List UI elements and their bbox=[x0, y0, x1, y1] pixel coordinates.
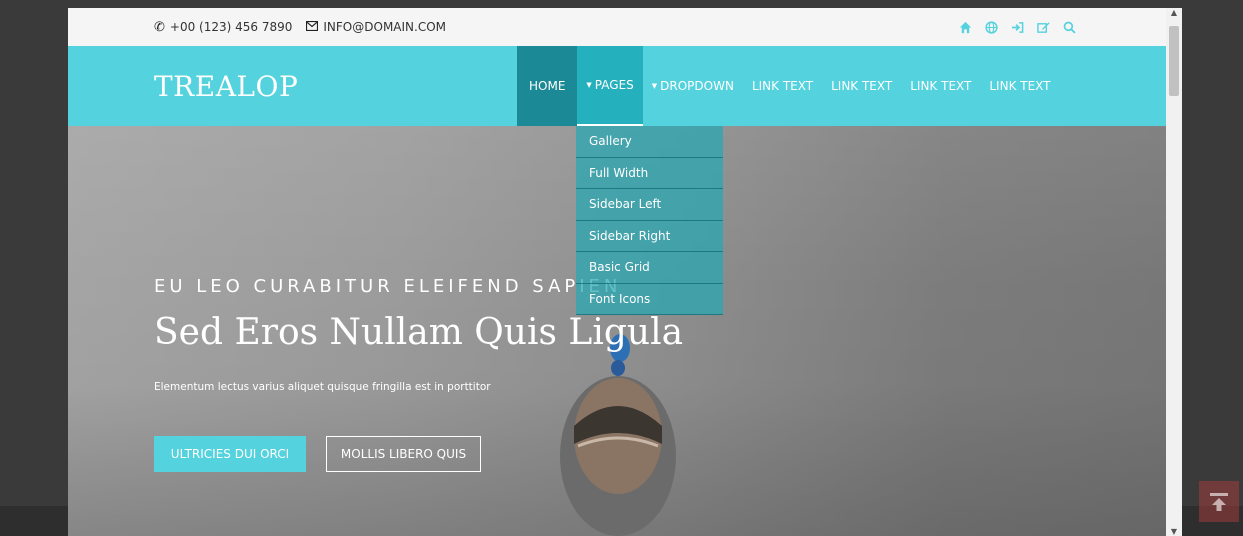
caret-down-icon: ▼ bbox=[586, 81, 592, 89]
phone-icon: ✆ bbox=[154, 19, 165, 35]
nav-link-text-3[interactable]: LINK TEXT bbox=[901, 46, 980, 126]
caret-down-icon: ▼ bbox=[651, 82, 658, 90]
nav-link-text-2[interactable]: LINK TEXT bbox=[822, 46, 901, 126]
top-contact-bar: ✆ +00 (123) 456 7890 INFO@DOMAIN.COM bbox=[68, 8, 1166, 46]
envelope-icon bbox=[306, 20, 319, 35]
page-scrollbar[interactable]: ▲ ▼ bbox=[1166, 8, 1182, 536]
nav-dropdown[interactable]: ▼ DROPDOWN bbox=[643, 46, 743, 126]
scroll-up-arrow-icon[interactable]: ▲ bbox=[1166, 8, 1182, 17]
nav-link-text-4[interactable]: LINK TEXT bbox=[980, 46, 1059, 126]
globe-icon[interactable] bbox=[985, 20, 998, 34]
nav-dropdown-label: DROPDOWN bbox=[660, 79, 734, 93]
scrollbar-thumb[interactable] bbox=[1169, 26, 1179, 96]
main-navigation: HOME ▼ PAGES ▼ DROPDOWN LINK TEXT LINK T… bbox=[517, 46, 1060, 126]
home-icon[interactable] bbox=[959, 21, 972, 34]
dropdown-item-sidebar-left[interactable]: Sidebar Left bbox=[576, 189, 723, 221]
nav-pages[interactable]: ▼ PAGES bbox=[577, 46, 643, 126]
hero-title: Sed Eros Nullam Quis Ligula bbox=[154, 312, 684, 353]
hero-subtitle: Elementum lectus varius aliquet quisque … bbox=[154, 381, 491, 393]
phone-number: +00 (123) 456 7890 bbox=[169, 20, 293, 34]
topbar-icon-links bbox=[959, 8, 1076, 46]
edit-icon[interactable] bbox=[1037, 21, 1050, 34]
dropdown-item-full-width[interactable]: Full Width bbox=[576, 157, 723, 189]
website-page: ✆ +00 (123) 456 7890 INFO@DOMAIN.COM TRE… bbox=[68, 8, 1166, 536]
pages-dropdown-menu: Gallery Full Width Sidebar Left Sidebar … bbox=[576, 126, 723, 315]
email-address: INFO@DOMAIN.COM bbox=[323, 20, 447, 34]
scroll-down-arrow-icon[interactable]: ▼ bbox=[1166, 527, 1182, 536]
primary-cta-button[interactable]: ULTRICIES DUI ORCI bbox=[154, 436, 306, 472]
site-header: TREALOP HOME ▼ PAGES ▼ DROPDOWN LINK TEX… bbox=[68, 46, 1166, 126]
arrow-up-icon bbox=[1210, 492, 1228, 511]
secondary-cta-button[interactable]: MOLLIS LIBERO QUIS bbox=[326, 436, 481, 472]
sign-in-icon[interactable] bbox=[1011, 21, 1024, 34]
back-to-top-button[interactable] bbox=[1199, 481, 1239, 522]
nav-link-text-1[interactable]: LINK TEXT bbox=[743, 46, 822, 126]
dropdown-item-basic-grid[interactable]: Basic Grid bbox=[576, 252, 723, 284]
dropdown-item-font-icons[interactable]: Font Icons bbox=[576, 283, 723, 315]
hero-eyebrow: EU LEO CURABITUR ELEIFEND SAPIEN bbox=[154, 276, 622, 297]
nav-pages-label: PAGES bbox=[594, 78, 634, 92]
nav-home[interactable]: HOME bbox=[517, 46, 578, 126]
search-icon[interactable] bbox=[1063, 21, 1076, 34]
contact-info: ✆ +00 (123) 456 7890 INFO@DOMAIN.COM bbox=[154, 8, 446, 46]
hero-person-image bbox=[560, 334, 676, 536]
dropdown-item-gallery[interactable]: Gallery bbox=[576, 126, 723, 158]
dropdown-item-sidebar-right[interactable]: Sidebar Right bbox=[576, 220, 723, 252]
site-logo[interactable]: TREALOP bbox=[154, 70, 298, 103]
